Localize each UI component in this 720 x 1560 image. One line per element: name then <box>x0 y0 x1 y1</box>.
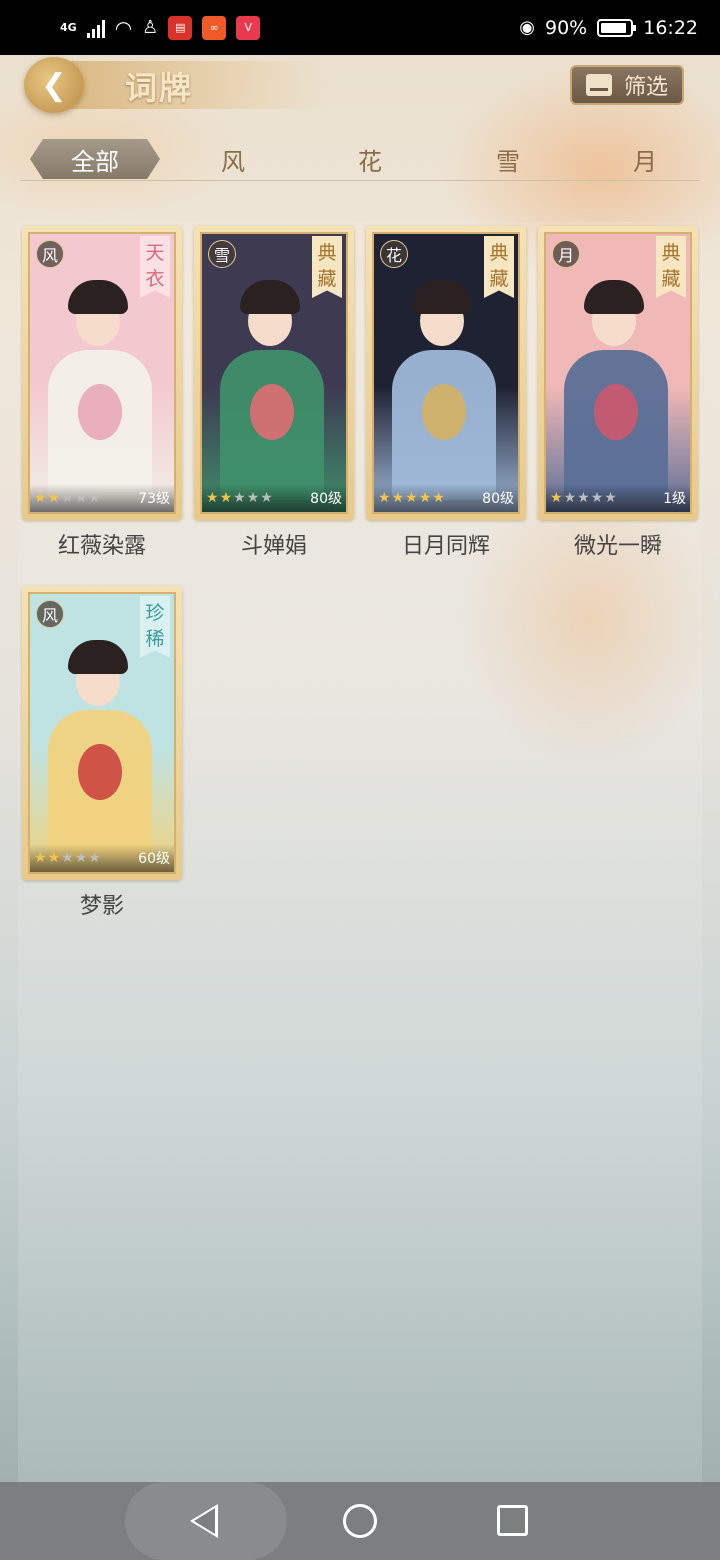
card-frame: 月 典藏 ★★★★★ 1级 <box>538 226 698 520</box>
card-footer: ★★★★★ 80级 <box>374 484 518 512</box>
card-name: 微光一瞬 <box>573 534 662 559</box>
filter-icon <box>585 74 612 96</box>
card-artwork: 月 典藏 ★★★★★ 1级 <box>544 232 692 514</box>
nav-home-icon[interactable] <box>343 1504 377 1538</box>
card-name: 红薇染露 <box>57 534 146 559</box>
element-badge: 月 <box>552 240 580 268</box>
battery-icon <box>597 18 637 37</box>
star-rating-icon: ★★★★★ <box>34 850 102 866</box>
header: ❮ 词牌 筛选 <box>0 55 720 115</box>
card-name: 斗婵娟 <box>240 534 307 559</box>
rarity-char-2: 藏 <box>489 268 509 290</box>
card-footer: ★★★★★ 1级 <box>546 484 690 512</box>
rarity-char-2: 藏 <box>317 268 337 290</box>
tab-all[interactable]: 全部 <box>30 139 160 179</box>
card-level: 60级 <box>138 851 170 867</box>
card-artwork: 雪 典藏 ★★★★★ 80级 <box>200 232 348 514</box>
rarity-char-2: 藏 <box>661 268 681 290</box>
rarity-char-1: 珍 <box>145 602 165 624</box>
nav-recents-icon[interactable] <box>497 1505 528 1536</box>
tab-snow[interactable]: 雪 <box>443 139 573 179</box>
star-rating-icon: ★★★★★ <box>550 490 618 506</box>
arrow-left-icon: ❮ <box>41 67 67 103</box>
card-frame: 风 珍稀 ★★★★★ 60级 <box>22 586 182 880</box>
rarity-char-1: 典 <box>317 242 337 264</box>
qq-icon: ♙ <box>142 17 159 38</box>
filter-label: 筛选 <box>623 75 668 100</box>
card-item[interactable]: 风 天衣 ★★★★★ 73级红薇染露 <box>22 226 182 560</box>
wifi-icon: ◠ <box>114 15 133 40</box>
rarity-char-2: 稀 <box>145 628 165 650</box>
card-artwork: 风 珍稀 ★★★★★ 60级 <box>28 592 176 874</box>
star-rating-icon: ★★★★★ <box>206 490 274 506</box>
battery-percent: 90% <box>545 16 588 39</box>
element-badge: 花 <box>380 240 408 268</box>
card-item[interactable]: 花 典藏 ★★★★★ 80级日月同辉 <box>366 226 526 560</box>
tab-wind[interactable]: 风 <box>168 139 298 179</box>
tab-moon[interactable]: 月 <box>580 139 710 179</box>
card-artwork: 花 典藏 ★★★★★ 80级 <box>372 232 520 514</box>
card-item[interactable]: 雪 典藏 ★★★★★ 80级斗婵娟 <box>194 226 354 560</box>
album-app-icon: ∞ <box>202 15 227 40</box>
card-item[interactable]: 风 珍稀 ★★★★★ 60级梦影 <box>22 586 182 920</box>
rarity-tag: 典藏 <box>484 236 514 298</box>
card-level: 1级 <box>663 491 686 507</box>
network-type: 4G <box>60 21 77 34</box>
card-level: 80级 <box>482 491 514 507</box>
signal-icon <box>86 18 105 38</box>
video-app-icon: V <box>236 15 261 40</box>
nav-back-icon[interactable] <box>190 1504 218 1538</box>
page-title: 词牌 <box>125 69 194 107</box>
rarity-tag: 珍稀 <box>140 596 170 658</box>
rarity-tag: 典藏 <box>656 236 686 298</box>
card-level: 73级 <box>138 491 170 507</box>
news-app-icon: ▤ <box>168 15 193 40</box>
rarity-char-2: 衣 <box>145 268 165 290</box>
card-artwork: 风 天衣 ★★★★★ 73级 <box>28 232 176 514</box>
rarity-char-1: 天 <box>145 242 165 264</box>
status-bar: 4G ◠ ♙ ▤ ∞ V ◉ 90% 16:22 <box>0 0 720 55</box>
tab-bar: 全部 风 花 雪 月 <box>20 135 700 181</box>
card-footer: ★★★★★ 80级 <box>202 484 346 512</box>
element-badge: 风 <box>36 240 64 268</box>
star-rating-icon: ★★★★★ <box>378 490 446 506</box>
card-name: 梦影 <box>79 894 124 919</box>
element-badge: 风 <box>36 600 64 628</box>
rarity-tag: 天衣 <box>140 236 170 298</box>
rarity-char-1: 典 <box>661 242 681 264</box>
card-frame: 花 典藏 ★★★★★ 80级 <box>366 226 526 520</box>
clock: 16:22 <box>643 16 698 39</box>
star-rating-icon: ★★★★★ <box>34 490 102 506</box>
tab-flower[interactable]: 花 <box>305 139 435 179</box>
card-footer: ★★★★★ 60级 <box>30 844 174 872</box>
element-badge: 雪 <box>208 240 236 268</box>
rarity-char-1: 典 <box>489 242 509 264</box>
back-button[interactable]: ❮ <box>24 57 84 113</box>
card-frame: 雪 典藏 ★★★★★ 80级 <box>194 226 354 520</box>
filter-button[interactable]: 筛选 <box>570 65 684 105</box>
eye-comfort-icon: ◉ <box>519 17 535 38</box>
card-frame: 风 天衣 ★★★★★ 73级 <box>22 226 182 520</box>
title-banner <box>70 61 330 109</box>
card-grid: 风天衣 ★★★★★ 73级 红薇染露雪典藏 ★★★★★ 80级 斗婵娟花典藏 ★★★★★ 80级… <box>18 222 702 1482</box>
card-footer: ★★★★★ 73级 <box>30 484 174 512</box>
card-name: 日月同辉 <box>401 534 490 559</box>
navigation-bar <box>0 1482 720 1560</box>
rarity-tag: 典藏 <box>312 236 342 298</box>
card-level: 80级 <box>310 491 342 507</box>
card-item[interactable]: 月 典藏 ★★★★★ 1级微光一瞬 <box>538 226 698 560</box>
